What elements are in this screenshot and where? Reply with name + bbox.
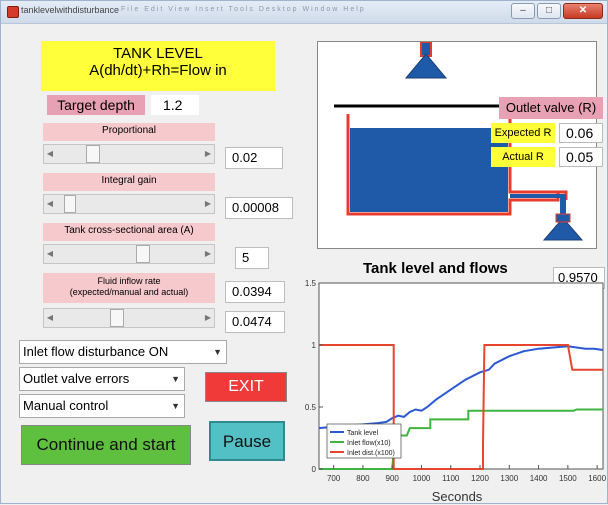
x-tick-label: 1500: [559, 474, 577, 483]
chart-plot: 700 800 900 1000 1100 1200 1300 1400 1500 1600 0 0.…: [305, 279, 607, 504]
slider-thumb[interactable]: [64, 195, 76, 213]
slider-left-arrow-icon[interactable]: ◀: [44, 309, 56, 327]
inflow-actual-field[interactable]: 0.0474: [225, 311, 285, 333]
y-tick-label: 1: [312, 341, 317, 350]
control-mode-dropdown[interactable]: Manual control ▼: [19, 394, 185, 418]
x-tick-label: 1200: [471, 474, 489, 483]
slider-label-inflow: Fluid inflow rate (expected/manual and a…: [43, 273, 215, 303]
slider-label-proportional: Proportional: [43, 123, 215, 141]
integral-gain-slider[interactable]: ◀ ▶: [43, 194, 215, 214]
title-bar: tanklevelwithdisturbance File Edit View …: [1, 1, 607, 24]
chevron-down-icon: ▼: [171, 374, 180, 384]
x-tick-label: 700: [327, 474, 341, 483]
chart-legend: Tank level Inlet flow(x10) Inlet dist.(x10…: [326, 423, 402, 459]
menu-bar-blurred[interactable]: File Edit View Insert Tools Desktop Wind…: [121, 6, 366, 13]
banner-equation: A(dh/dt)+Rh=Flow in: [89, 62, 227, 79]
slider-label-area: Tank cross-sectional area (A): [43, 223, 215, 241]
integral-gain-value-field[interactable]: 0.00008: [225, 197, 293, 219]
expected-r-value: 0.06: [559, 123, 603, 143]
slider-right-arrow-icon[interactable]: ▶: [202, 195, 214, 213]
close-button[interactable]: ✕: [563, 3, 603, 19]
outlet-valve-label: Outlet valve (R): [499, 97, 603, 119]
disturbance-selected: Inlet flow disturbance ON: [23, 344, 169, 359]
slider-thumb[interactable]: [86, 145, 100, 163]
target-depth-field[interactable]: 1.2: [151, 95, 199, 115]
inflow-label-line1: Fluid inflow rate: [97, 276, 161, 286]
slider-left-arrow-icon[interactable]: ◀: [44, 145, 56, 163]
legend-entry: Inlet flow(x10): [347, 440, 391, 447]
inflow-slider[interactable]: ◀ ▶: [43, 308, 215, 328]
pause-button[interactable]: Pause: [209, 421, 285, 461]
control-mode-selected: Manual control: [23, 398, 109, 413]
banner-title: TANK LEVEL: [113, 45, 203, 62]
slider-right-arrow-icon[interactable]: ▶: [202, 309, 214, 327]
proportional-value-field[interactable]: 0.02: [225, 147, 283, 169]
slider-thumb[interactable]: [110, 309, 124, 327]
chevron-down-icon: ▼: [171, 401, 180, 411]
proportional-slider[interactable]: ◀ ▶: [43, 144, 215, 164]
tank-water: [350, 128, 508, 212]
actual-r-label: Actual R: [491, 147, 555, 167]
area-value-field[interactable]: 5: [235, 247, 269, 269]
continue-start-button[interactable]: Continue and start: [21, 425, 191, 465]
inlet-valve-icon: [404, 53, 448, 79]
expected-r-label: Expected R: [491, 123, 555, 143]
equation-banner: TANK LEVEL A(dh/dt)+Rh=Flow in: [41, 41, 275, 91]
outlet-pipe: [510, 194, 564, 198]
slider-right-arrow-icon[interactable]: ▶: [202, 145, 214, 163]
y-tick-label: 1.5: [305, 279, 317, 288]
slider-right-arrow-icon[interactable]: ▶: [202, 245, 214, 263]
tank-diagram: [334, 41, 584, 241]
x-tick-label: 900: [386, 474, 400, 483]
minimize-button[interactable]: –: [511, 3, 535, 19]
app-window: tanklevelwithdisturbance File Edit View …: [0, 0, 608, 504]
window-title: tanklevelwithdisturbance: [21, 5, 120, 15]
outlet-valve-stem: [555, 213, 571, 223]
x-tick-label: 1400: [530, 474, 548, 483]
x-axis-label: Seconds: [432, 489, 483, 504]
maximize-button[interactable]: □: [537, 3, 561, 19]
legend-entry: Inlet dist.(x100): [347, 450, 395, 457]
x-tick-label: 1100: [442, 474, 460, 483]
x-tick-label: 1600: [588, 474, 606, 483]
valve-errors-selected: Outlet valve errors: [23, 371, 130, 386]
slider-left-arrow-icon[interactable]: ◀: [44, 195, 56, 213]
disturbance-dropdown[interactable]: Inlet flow disturbance ON ▼: [19, 340, 227, 364]
x-tick-label: 800: [356, 474, 370, 483]
inflow-label-line2: (expected/manual and actual): [69, 287, 189, 297]
y-tick-label: 0: [312, 465, 317, 474]
target-depth-label: Target depth: [47, 95, 145, 115]
actual-r-value: 0.05: [559, 147, 603, 167]
legend-entry: Tank level: [347, 430, 379, 437]
x-tick-label: 1000: [413, 474, 431, 483]
slider-label-integral: Integral gain: [43, 173, 215, 191]
area-slider[interactable]: ◀ ▶: [43, 244, 215, 264]
y-tick-label: 0.5: [305, 403, 317, 412]
inflow-expected-field[interactable]: 0.0394: [225, 281, 285, 303]
x-tick-label: 1300: [500, 474, 518, 483]
slider-thumb[interactable]: [136, 245, 150, 263]
chevron-down-icon: ▼: [213, 347, 222, 357]
tank-panel: [317, 41, 597, 249]
slider-left-arrow-icon[interactable]: ◀: [44, 245, 56, 263]
app-icon: [7, 6, 19, 18]
exit-button[interactable]: EXIT: [205, 372, 287, 402]
valve-errors-dropdown[interactable]: Outlet valve errors ▼: [19, 367, 185, 391]
